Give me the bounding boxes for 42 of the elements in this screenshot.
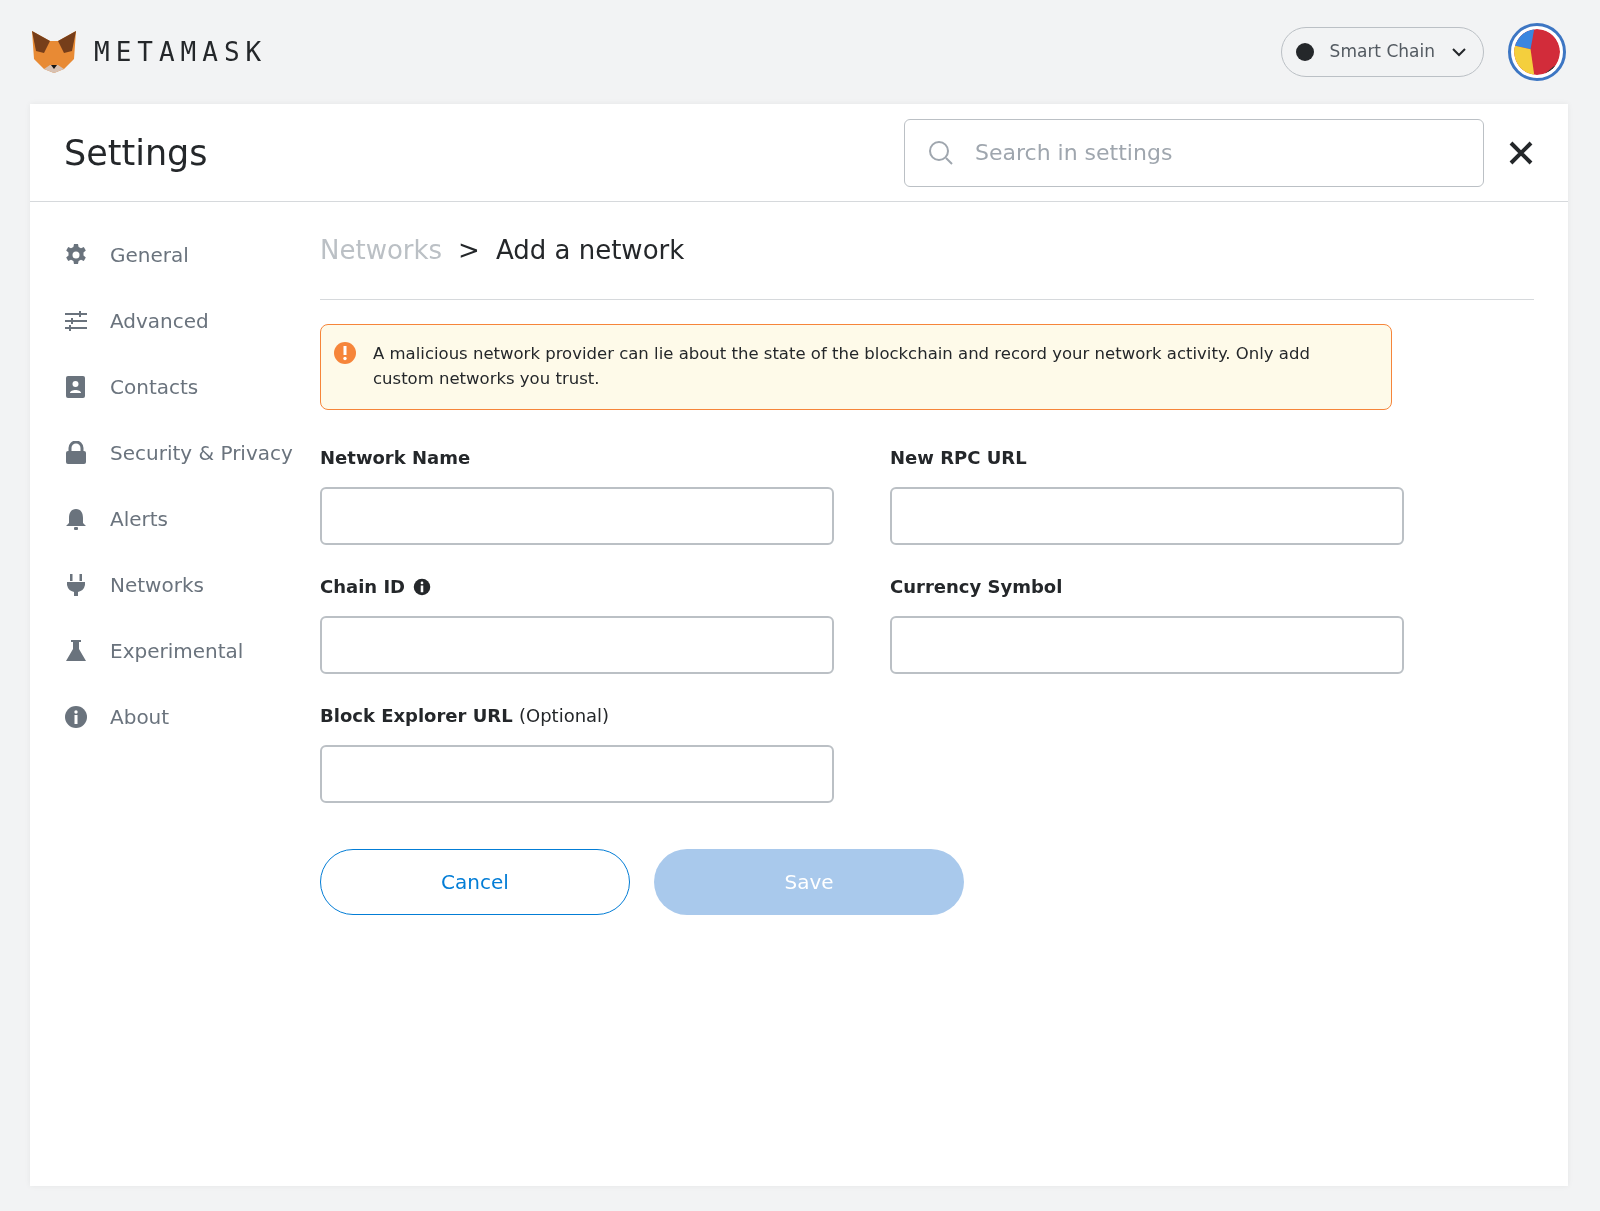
sliders-icon xyxy=(64,309,88,333)
field-label: Network Name xyxy=(320,446,471,470)
input-field[interactable] xyxy=(890,487,1404,545)
warning-icon xyxy=(333,341,357,365)
field-label: Currency Symbol xyxy=(890,575,1063,599)
sidebar-item[interactable]: Alerts xyxy=(64,486,320,552)
chevron-down-icon xyxy=(1451,47,1467,57)
network-selector[interactable]: Smart Chain xyxy=(1280,27,1484,77)
sidebar-item[interactable]: Security & Privacy xyxy=(64,420,320,486)
plug-icon xyxy=(64,573,88,597)
contact-book-icon xyxy=(64,375,88,399)
field-label: New RPC URL xyxy=(890,446,1027,470)
info-icon[interactable] xyxy=(413,577,432,596)
page-title: Settings xyxy=(64,131,208,174)
breadcrumb-current: Add a network xyxy=(495,234,685,267)
warning-text: A malicious network provider can lie about the state of the blockchain and record your network activity. Only add custom networks you trust. xyxy=(373,343,1311,390)
sidebar-item[interactable]: Networks xyxy=(64,552,320,618)
field-label: Chain ID xyxy=(320,575,406,599)
flask-icon xyxy=(64,639,88,663)
sidebar-item[interactable]: About xyxy=(64,684,320,750)
input-field[interactable] xyxy=(320,487,834,545)
sidebar-item[interactable]: Advanced xyxy=(64,288,320,354)
gear-icon xyxy=(64,243,88,267)
account-avatar-icon[interactable] xyxy=(1508,23,1566,81)
search-field[interactable]: Search in settings xyxy=(904,118,1484,187)
logo-wordmark: METAMASK xyxy=(94,35,268,69)
bell-icon xyxy=(64,507,88,531)
network-status-dot xyxy=(1295,43,1314,61)
info-icon xyxy=(64,705,88,729)
field-label: Block Explorer URL (Optional) xyxy=(320,704,610,728)
sidebar-item[interactable]: Experimental xyxy=(64,618,320,684)
input-field[interactable] xyxy=(320,745,834,803)
sidebar-item[interactable]: Contacts xyxy=(64,354,320,420)
sidebar-item[interactable]: General xyxy=(64,222,320,288)
close-button[interactable] xyxy=(1508,139,1534,166)
breadcrumb-separator: > xyxy=(458,234,480,267)
search-icon xyxy=(928,139,954,166)
lock-icon xyxy=(64,441,88,465)
cancel-button[interactable]: Cancel xyxy=(320,849,630,915)
fox-logo-icon xyxy=(30,29,78,75)
input-field[interactable] xyxy=(890,616,1404,674)
input-field[interactable] xyxy=(320,616,834,674)
